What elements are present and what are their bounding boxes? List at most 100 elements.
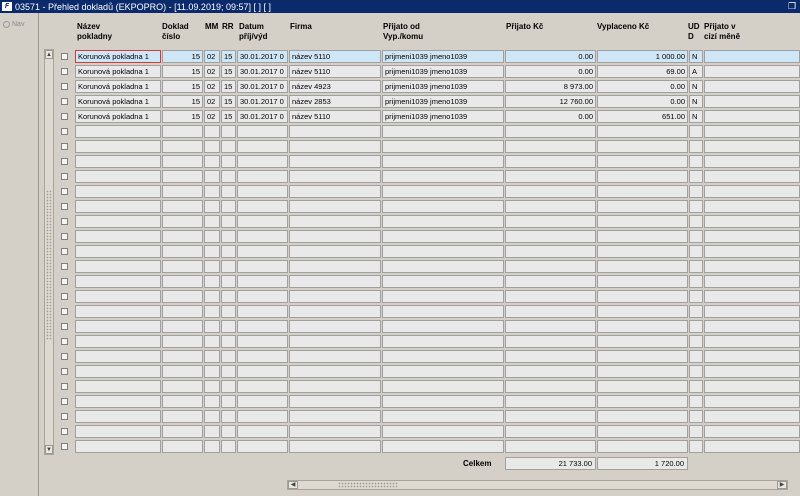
cell-vyplaceno-kc[interactable]: 0.00: [597, 95, 688, 108]
cell-vyplaceno-kc[interactable]: [597, 290, 688, 303]
horizontal-scrollbar[interactable]: ◀ ▶: [287, 480, 788, 490]
cell-datum[interactable]: [237, 155, 288, 168]
cell-firma[interactable]: název 5110: [289, 50, 381, 63]
cell-prijato-v[interactable]: [704, 275, 800, 288]
row-checkbox[interactable]: [61, 413, 68, 420]
cell-doklad[interactable]: [162, 155, 203, 168]
left-arrow-icon[interactable]: ◀: [288, 481, 298, 489]
cell-prijato-od[interactable]: [382, 320, 504, 333]
cell-prijato-kc[interactable]: 8 973.00: [505, 80, 596, 93]
cell-ud[interactable]: A: [689, 65, 703, 78]
cell-nazev[interactable]: [75, 365, 161, 378]
row-checkbox[interactable]: [61, 128, 68, 135]
cell-firma[interactable]: [289, 215, 381, 228]
cell-rr[interactable]: [221, 335, 236, 348]
cell-mm[interactable]: [204, 395, 220, 408]
cell-ud[interactable]: [689, 365, 703, 378]
cell-rr[interactable]: [221, 290, 236, 303]
cell-mm[interactable]: [204, 425, 220, 438]
cell-prijato-v[interactable]: [704, 245, 800, 258]
empty-table-row[interactable]: [0, 260, 800, 274]
cell-firma[interactable]: [289, 290, 381, 303]
cell-rr[interactable]: [221, 275, 236, 288]
cell-mm[interactable]: 02: [204, 50, 220, 63]
cell-mm[interactable]: [204, 380, 220, 393]
cell-prijato-v[interactable]: [704, 170, 800, 183]
cell-prijato-od[interactable]: [382, 245, 504, 258]
row-checkbox[interactable]: [61, 203, 68, 210]
cell-prijato-v[interactable]: [704, 380, 800, 393]
cell-doklad[interactable]: [162, 425, 203, 438]
cell-nazev[interactable]: [75, 170, 161, 183]
cell-rr[interactable]: [221, 380, 236, 393]
cell-prijato-od[interactable]: [382, 365, 504, 378]
cell-datum[interactable]: [237, 140, 288, 153]
cell-prijato-od[interactable]: [382, 440, 504, 453]
cell-datum[interactable]: [237, 440, 288, 453]
cell-doklad[interactable]: [162, 410, 203, 423]
cell-prijato-kc[interactable]: [505, 305, 596, 318]
cell-datum[interactable]: [237, 245, 288, 258]
cell-vyplaceno-kc[interactable]: [597, 200, 688, 213]
empty-table-row[interactable]: [0, 440, 800, 454]
cell-rr[interactable]: [221, 395, 236, 408]
cell-firma[interactable]: název 2853: [289, 95, 381, 108]
cell-rr[interactable]: [221, 125, 236, 138]
cell-prijato-od[interactable]: prijmeni1039 jmeno1039: [382, 95, 504, 108]
cell-rr[interactable]: [221, 260, 236, 273]
cell-nazev[interactable]: [75, 290, 161, 303]
cell-doklad[interactable]: [162, 275, 203, 288]
empty-table-row[interactable]: [0, 140, 800, 154]
cell-nazev[interactable]: [75, 320, 161, 333]
cell-prijato-od[interactable]: prijmeni1039 jmeno1039: [382, 65, 504, 78]
cell-ud[interactable]: [689, 140, 703, 153]
cell-prijato-od[interactable]: [382, 380, 504, 393]
cell-prijato-kc[interactable]: [505, 230, 596, 243]
cell-vyplaceno-kc[interactable]: [597, 155, 688, 168]
cell-ud[interactable]: [689, 380, 703, 393]
cell-firma[interactable]: název 4923: [289, 80, 381, 93]
cell-doklad[interactable]: [162, 260, 203, 273]
cell-prijato-kc[interactable]: [505, 200, 596, 213]
cell-datum[interactable]: [237, 170, 288, 183]
cell-vyplaceno-kc[interactable]: [597, 395, 688, 408]
cell-datum[interactable]: [237, 215, 288, 228]
cell-prijato-v[interactable]: [704, 65, 800, 78]
cell-prijato-od[interactable]: [382, 350, 504, 363]
cell-prijato-od[interactable]: [382, 230, 504, 243]
cell-vyplaceno-kc[interactable]: [597, 170, 688, 183]
cell-datum[interactable]: [237, 275, 288, 288]
empty-table-row[interactable]: [0, 230, 800, 244]
row-checkbox[interactable]: [61, 428, 68, 435]
cell-prijato-v[interactable]: [704, 440, 800, 453]
cell-rr[interactable]: 15: [221, 80, 236, 93]
cell-prijato-od[interactable]: [382, 140, 504, 153]
cell-prijato-v[interactable]: [704, 320, 800, 333]
cell-prijato-kc[interactable]: [505, 245, 596, 258]
empty-table-row[interactable]: [0, 200, 800, 214]
cell-vyplaceno-kc[interactable]: [597, 440, 688, 453]
cell-datum[interactable]: [237, 305, 288, 318]
cell-prijato-od[interactable]: prijmeni1039 jmeno1039: [382, 80, 504, 93]
cell-doklad[interactable]: [162, 215, 203, 228]
cell-ud[interactable]: [689, 275, 703, 288]
cell-nazev[interactable]: [75, 410, 161, 423]
cell-datum[interactable]: [237, 260, 288, 273]
cell-nazev[interactable]: [75, 260, 161, 273]
cell-rr[interactable]: [221, 230, 236, 243]
cell-nazev[interactable]: [75, 305, 161, 318]
cell-datum[interactable]: [237, 230, 288, 243]
row-checkbox[interactable]: [61, 398, 68, 405]
cell-prijato-v[interactable]: [704, 50, 800, 63]
cell-firma[interactable]: název 5110: [289, 65, 381, 78]
cell-prijato-od[interactable]: [382, 260, 504, 273]
cell-mm[interactable]: [204, 140, 220, 153]
cell-prijato-od[interactable]: [382, 305, 504, 318]
cell-prijato-od[interactable]: [382, 335, 504, 348]
row-checkbox[interactable]: [61, 113, 68, 120]
cell-prijato-v[interactable]: [704, 110, 800, 123]
empty-table-row[interactable]: [0, 425, 800, 439]
empty-table-row[interactable]: [0, 305, 800, 319]
cell-prijato-kc[interactable]: [505, 440, 596, 453]
cell-doklad[interactable]: [162, 245, 203, 258]
